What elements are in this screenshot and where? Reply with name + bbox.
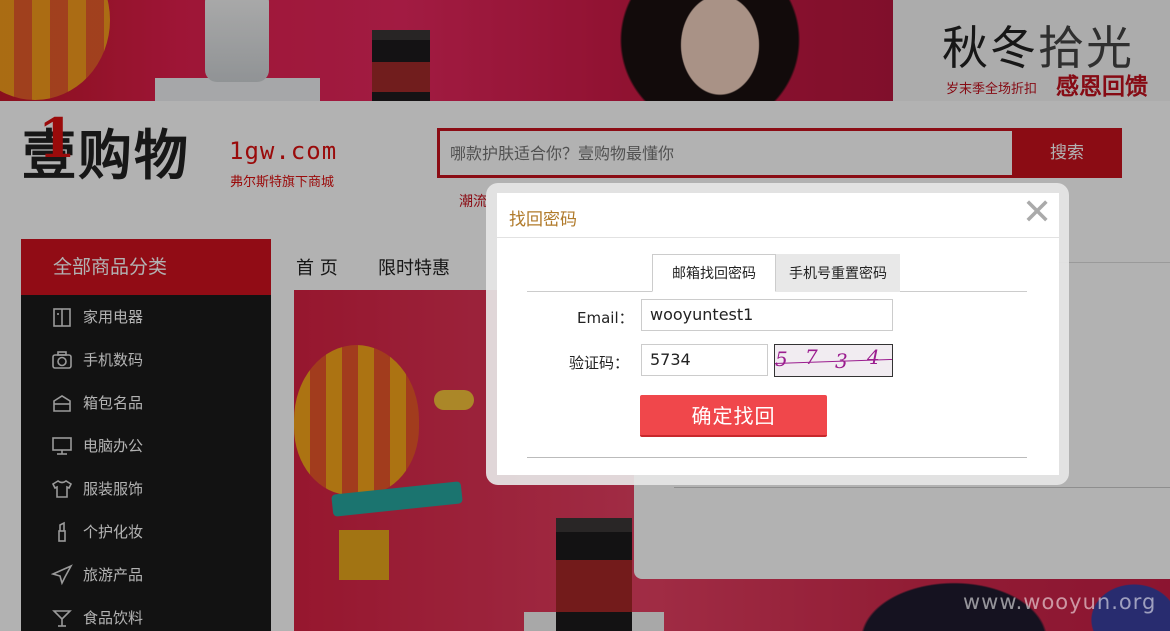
email-field[interactable]: wooyuntest1: [641, 299, 893, 331]
captcha-label: 验证码：: [569, 354, 630, 372]
confirm-recovery-button[interactable]: 确定找回: [640, 395, 827, 437]
watermark: www.wooyun.org: [963, 590, 1157, 614]
dialog-title: 找回密码: [509, 210, 577, 230]
tab-email-recovery[interactable]: 邮箱找回密码: [652, 254, 776, 292]
captcha-char: 4: [867, 345, 880, 369]
email-label: Email：: [577, 309, 634, 327]
close-icon[interactable]: ✕: [1022, 195, 1052, 231]
captcha-input[interactable]: 5734: [641, 344, 768, 376]
password-recovery-dialog: 找回密码 ✕ 邮箱找回密码 手机号重置密码 Email： wooyuntest1…: [497, 193, 1059, 475]
captcha-image[interactable]: 5 7 3 4: [774, 344, 893, 377]
tab-phone-reset[interactable]: 手机号重置密码: [776, 254, 900, 292]
captcha-char: 5: [775, 347, 788, 371]
captcha-char: 7: [805, 345, 818, 369]
divider: [527, 457, 1027, 458]
divider: [497, 237, 1059, 238]
